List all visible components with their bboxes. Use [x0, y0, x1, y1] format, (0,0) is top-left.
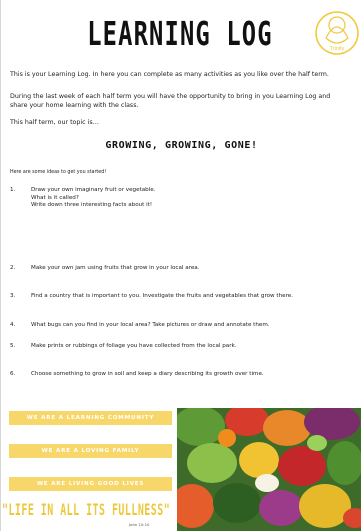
idea-number: 6. — [10, 371, 16, 377]
logo-text: Trinity — [330, 46, 345, 52]
topic-intro-text: This half term, our topic is… — [10, 119, 99, 126]
idea-number: 2. — [10, 265, 16, 271]
idea-number: 4. — [10, 322, 16, 328]
value-banner-learning: WE ARE A LEARNING COMMUNITY — [9, 411, 172, 425]
intro-text: This is your Learning Log. In here you c… — [10, 71, 329, 78]
motto-text: "LIFE IN ALL ITS FULLNESS" — [2, 500, 171, 519]
idea-text: Make prints or rubbings of foliage you h… — [31, 343, 237, 349]
trinity-logo: Trinity — [315, 11, 359, 55]
value-banner-living: WE ARE LIVING GOOD LIVES — [9, 477, 172, 491]
value-banner-loving: WE ARE A LOVING FAMILY — [9, 444, 172, 458]
idea-number: 1. — [10, 187, 16, 193]
learning-log-page: LEARNING LOG Trinity This is your Learni… — [0, 0, 361, 531]
idea-text: Draw your own imaginary fruit or vegetab… — [31, 187, 156, 210]
motto-reference: John 10:10 — [129, 522, 150, 527]
idea-line: Draw your own imaginary fruit or vegetab… — [31, 187, 156, 193]
week-note-text: During the last week of each half term y… — [10, 93, 331, 109]
idea-number: 5. — [10, 343, 16, 349]
vegetables-image — [177, 408, 361, 531]
idea-number: 3. — [10, 293, 16, 299]
topic-heading: GROWING, GROWING, GONE! — [105, 140, 258, 151]
idea-text: What bugs can you find in your local are… — [31, 322, 270, 328]
idea-text: Make your own jam using fruits that grow… — [31, 265, 200, 271]
idea-line: Write down three interesting facts about… — [31, 202, 153, 209]
ideas-intro: Here are some ideas to get you started! — [10, 170, 107, 175]
idea-text: Find a country that is important to you.… — [31, 293, 293, 299]
idea-line: What is it called? — [31, 194, 79, 201]
page-title: LEARNING LOG — [87, 14, 273, 53]
idea-text: Choose something to grow in soil and kee… — [31, 371, 264, 377]
